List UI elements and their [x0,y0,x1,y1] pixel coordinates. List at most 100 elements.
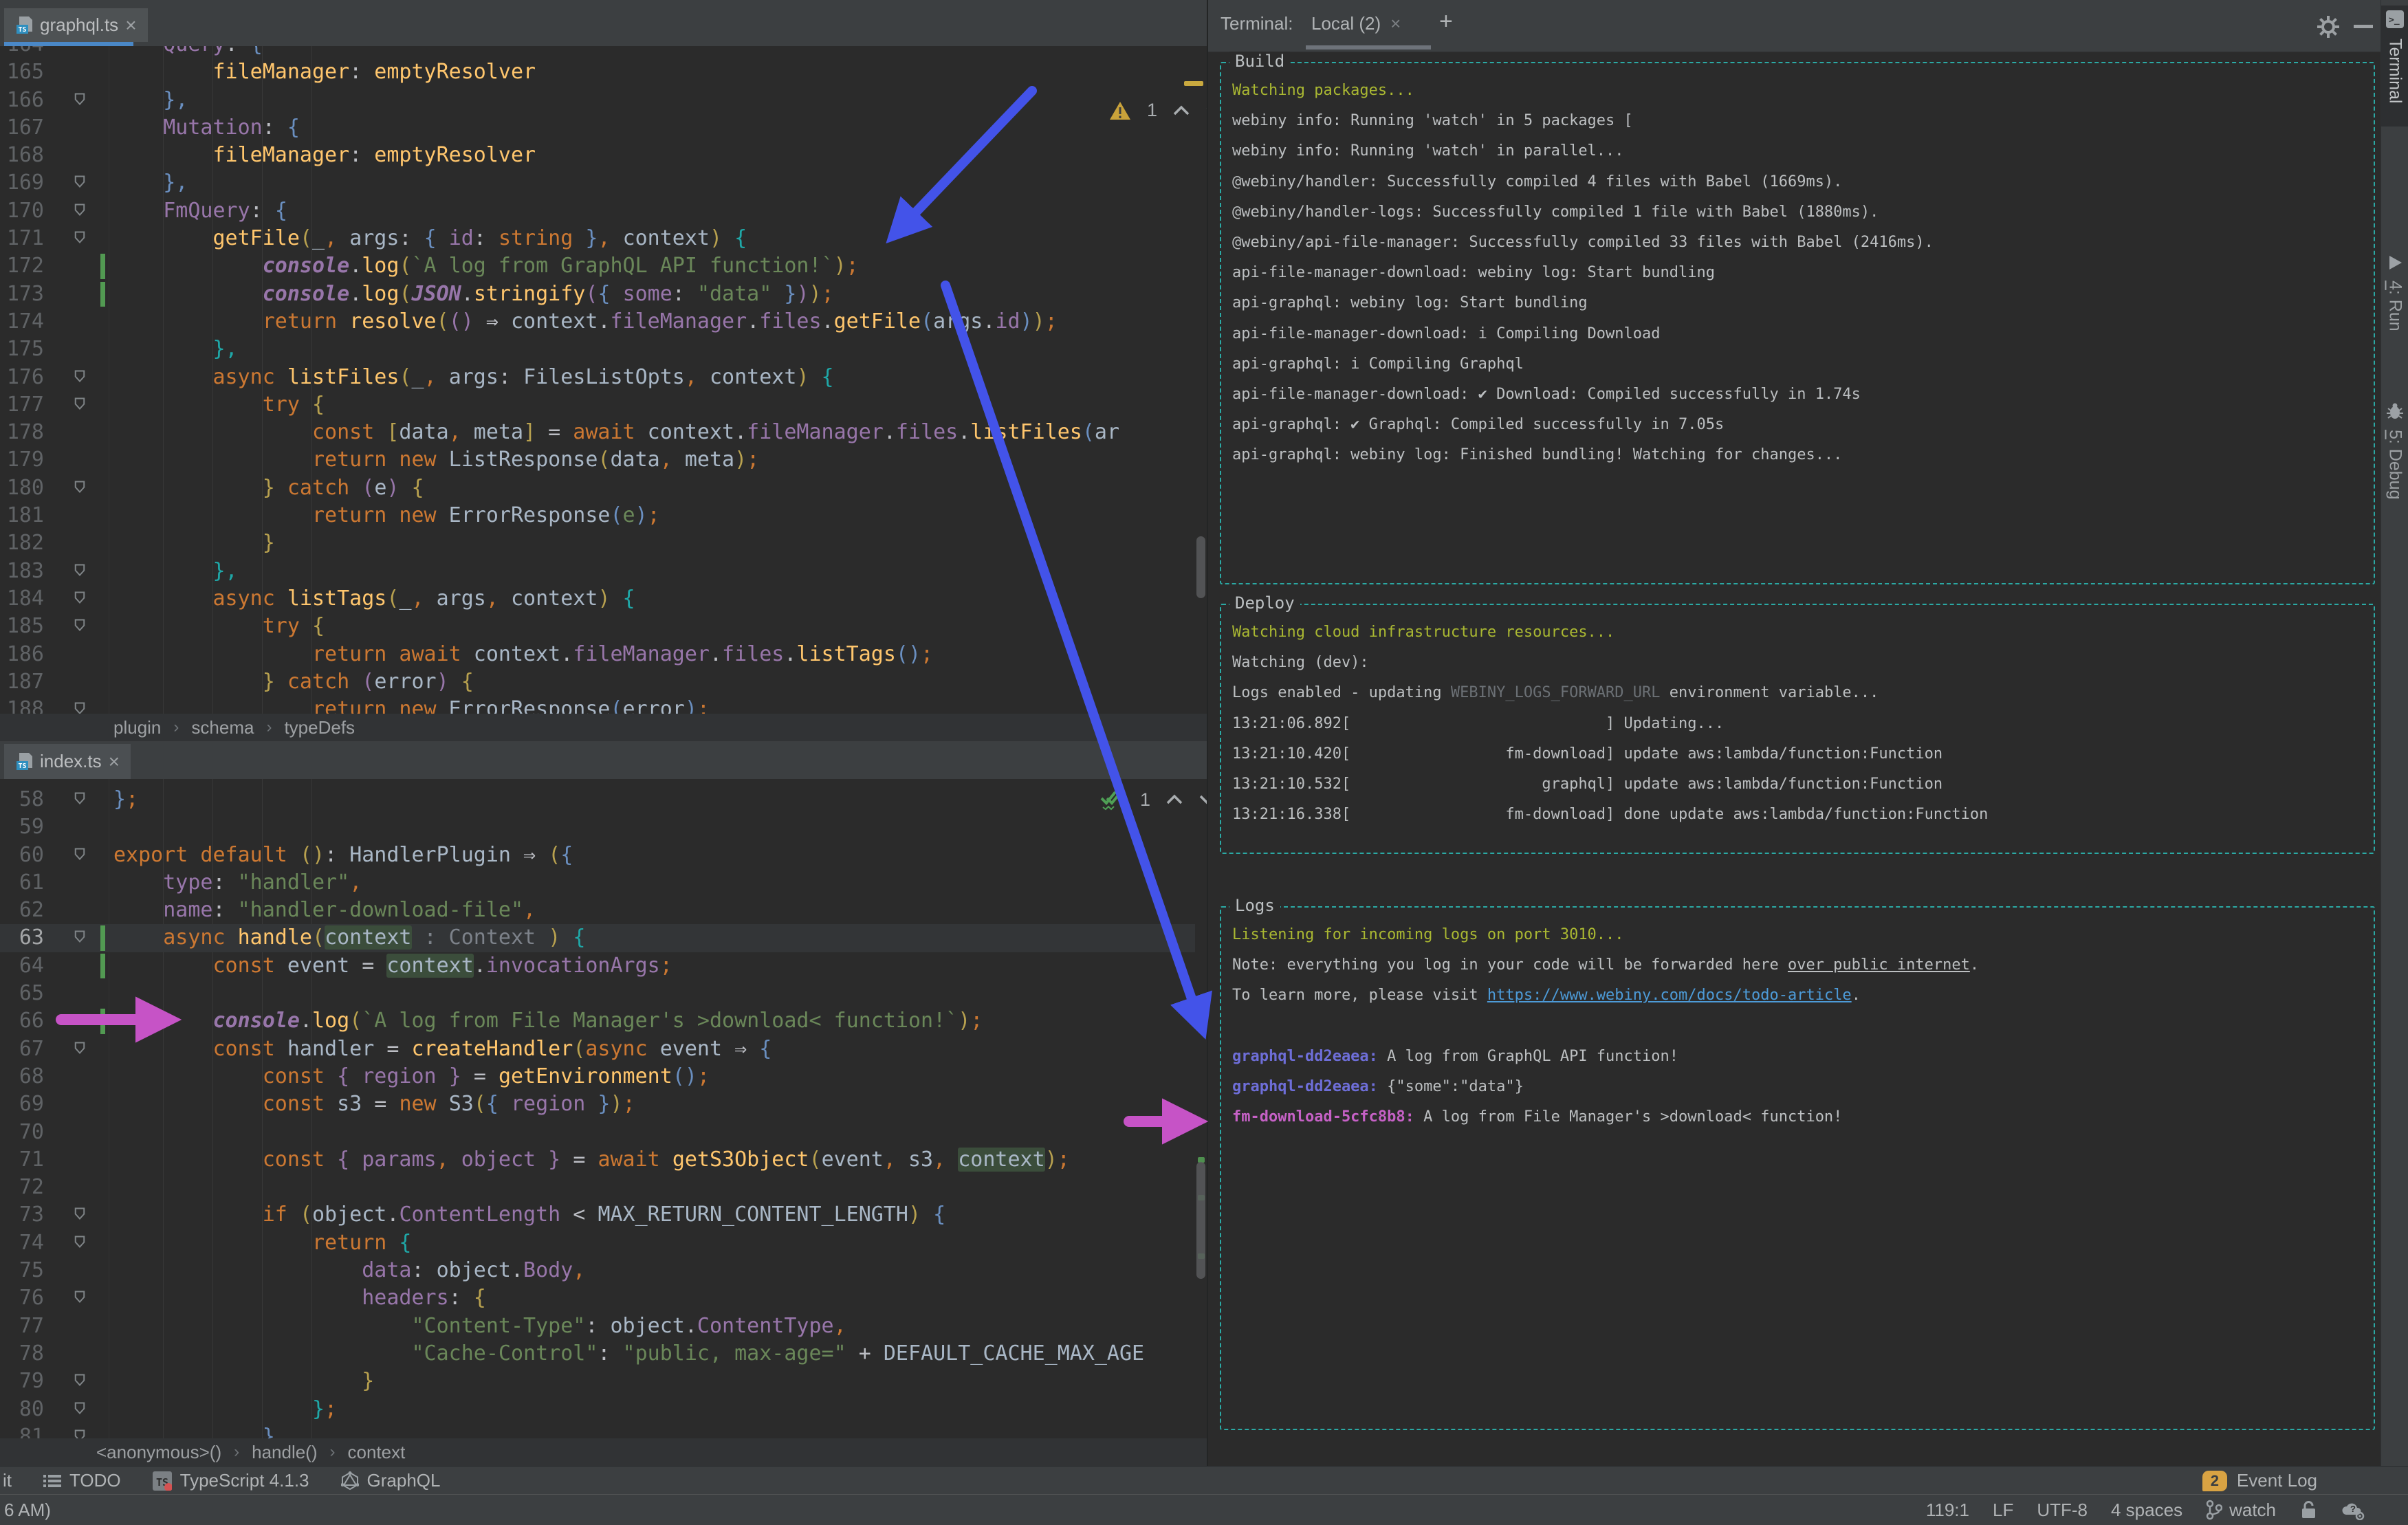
fold-region-icon[interactable] [73,397,87,414]
chevron-down-icon[interactable] [1205,105,1207,117]
external-link[interactable]: https://www.webiny.com/docs/todo-article [1487,987,1852,1004]
tool-button-typescript[interactable]: TS TypeScript 4.1.3 [152,1470,309,1491]
inspection-widget[interactable]: 1 [1108,100,1207,121]
chevron-down-icon[interactable] [1198,793,1207,806]
code-line: 77 "Content-Type": object.ContentType, [19,1313,846,1338]
terminal-line: 13:21:16.338[ fm-download] done update a… [1232,806,1989,824]
fold-region-icon[interactable] [73,1429,87,1438]
breadcrumb-item[interactable]: typeDefs [284,717,355,738]
line-separator[interactable]: LF [1993,1500,2013,1521]
tool-button-run[interactable]: 4: Run [2381,254,2408,378]
fold-region-icon[interactable] [73,1290,87,1307]
terminal-line: api-file-manager-download: i Compiling D… [1232,325,1661,342]
fold-region-icon[interactable] [73,1041,87,1058]
code-line: 182 } [6,531,275,556]
indent-setting[interactable]: 4 spaces [2111,1500,2182,1521]
chevron-up-icon[interactable] [1172,105,1190,117]
code-line: 183 }, [6,558,238,583]
code-line: 70 [19,1119,44,1144]
breadcrumb-item[interactable]: context [348,1442,406,1463]
code-line: 78 "Cache-Control": "public, max-age=" +… [19,1341,1145,1365]
terminal-line: Listening for incoming logs on port 3010… [1232,926,1624,943]
editor2-tabbar: TS index.ts × [0,741,1207,779]
fold-region-icon[interactable] [73,203,87,220]
tool-button-terminal[interactable]: >_ Terminal [2381,6,2408,127]
code-line: 73 if (object.ContentLength < MAX_RETURN… [19,1203,946,1227]
tab-graphql-ts[interactable]: TS graphql.ts × [4,8,148,42]
fold-region-icon[interactable] [73,480,87,497]
fold-region-icon[interactable] [73,563,87,580]
close-icon[interactable]: × [125,15,136,34]
terminal-line: Watching cloud infrastructure resources.… [1232,624,1615,641]
tool-button-git-clipped[interactable]: it [3,1470,12,1491]
fold-region-icon[interactable] [73,230,87,248]
tool-button-graphql[interactable]: GraphQL [340,1470,440,1491]
fold-region-icon[interactable] [73,1401,87,1418]
gear-icon[interactable] [2317,15,2340,42]
inspection-widget[interactable]: 1 [1099,789,1207,811]
bug-icon [2387,403,2403,419]
cloud-sync-icon[interactable]: ? [2341,1500,2365,1520]
scrollbar-thumb[interactable] [1196,1162,1205,1279]
bottom-toolbar: it TODO TS TypeScript 4.1.3 GraphQL 2 Ev… [0,1466,2408,1495]
event-log-button[interactable]: 2 Event Log [2202,1467,2317,1495]
scrollbar-thumb[interactable] [1196,536,1205,598]
fold-region-icon[interactable] [73,618,87,635]
tool-button-todo[interactable]: TODO [43,1470,121,1491]
chevron-up-icon[interactable] [1165,793,1183,806]
terminal-line: Logs enabled - updating WEBINY_LOGS_FORW… [1232,684,1879,702]
breadcrumb-item[interactable]: plugin [113,717,161,738]
code-line: 169 }, [6,171,188,195]
fold-region-icon[interactable] [73,175,87,192]
status-bar: 6 AM) 119:1 LF UTF-8 4 spaces watch ? [0,1494,2408,1525]
fold-region-icon[interactable] [73,791,87,809]
close-icon[interactable]: × [1390,13,1401,34]
fold-region-icon[interactable] [73,701,87,714]
terminal-line: @webiny/handler-logs: Successfully compi… [1232,203,1879,221]
git-branch[interactable]: watch [2206,1500,2276,1521]
fold-region-icon[interactable] [73,92,87,109]
minimize-icon[interactable] [2354,25,2373,28]
terminal-line: webiny info: Running 'watch' in 5 packag… [1232,112,1633,130]
fold-region-icon[interactable] [73,1373,87,1390]
tab-index-ts[interactable]: TS index.ts × [4,744,131,779]
fold-region-icon[interactable] [73,1235,87,1252]
terminal-line: api-graphql: i Compiling Graphql [1232,355,1524,373]
fold-region-icon[interactable] [73,1207,87,1224]
terminal-tab-local[interactable]: Local (2) × [1311,13,1401,34]
terminal-line: api-graphql: ✔ Graphql: Compiled success… [1232,416,1725,434]
breadcrumb-item[interactable]: schema [191,717,254,738]
close-icon[interactable]: × [109,751,120,771]
code-line: 69 const s3 = new S3({ region }); [19,1092,635,1117]
breadcrumb-item[interactable]: <anonymous>() [96,1442,221,1463]
fold-region-icon[interactable] [73,930,87,947]
terminal-panel[interactable]: Terminal: Local (2) × + Build Watching p… [1207,0,2382,1466]
code-line: 173 console.log(JSON.stringify({ some: "… [6,281,834,307]
fold-region-icon[interactable] [73,591,87,608]
code-line: 180 } catch (e) { [6,475,424,500]
fold-region-icon[interactable] [73,369,87,386]
lock-icon[interactable] [2299,1500,2317,1520]
terminal-section-build: Build Watching packages... webiny info: R… [1220,52,2375,584]
fold-region-icon[interactable] [73,847,87,864]
editor-index[interactable]: 58}; 59 60 export default (): HandlerPlugin… [0,779,1207,1438]
code-line: 177 try { [6,392,325,417]
caret-position[interactable]: 119:1 [1926,1500,1969,1521]
tool-button-debug[interactable]: 5: Debug [2381,402,2408,547]
code-line: 179 return new ListResponse(data, meta); [6,448,760,472]
editor-graphql[interactable]: 164 Query: {165 fileManager: emptyResolv… [0,46,1207,714]
breadcrumb-item[interactable]: handle() [252,1442,317,1463]
terminal-line: webiny info: Running 'watch' in parallel… [1232,142,1624,160]
todo-list-icon [43,1474,61,1487]
code-line: 80 }; [19,1396,338,1421]
code-line: 167 Mutation: { [6,115,300,140]
file-encoding[interactable]: UTF-8 [2037,1500,2088,1521]
code-line: 75 data: object.Body, [19,1258,586,1283]
svg-text:>_: >_ [2389,15,2400,25]
code-line: 65 [19,981,44,1006]
code-lines: 164 Query: {165 fileManager: emptyResolv… [0,46,1195,714]
svg-text:TS: TS [18,26,26,34]
new-terminal-button[interactable]: + [1439,8,1453,35]
warning-icon [1110,101,1130,120]
code-line: 171 getFile(_, args: { id: string }, con… [6,226,747,251]
